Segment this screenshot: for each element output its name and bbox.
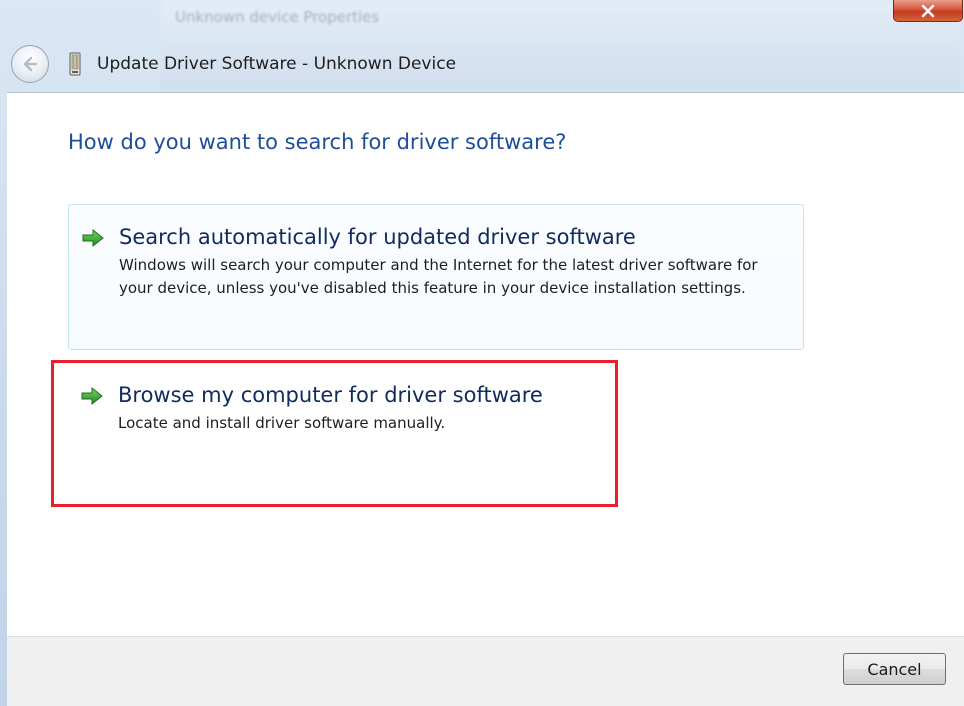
page-heading: How do you want to search for driver sof…	[68, 130, 567, 154]
search-automatically-option[interactable]: Search automatically for updated driver …	[68, 204, 804, 350]
close-button[interactable]	[893, 0, 963, 22]
update-driver-window: Unknown device Properties Update Driver …	[0, 0, 964, 706]
wizard-header: Update Driver Software - Unknown Device	[0, 38, 964, 92]
wizard-content: How do you want to search for driver sof…	[7, 92, 964, 636]
back-button[interactable]	[11, 45, 49, 83]
green-arrow-icon	[81, 386, 103, 406]
background-window-title: Unknown device Properties	[175, 8, 380, 26]
browse-computer-title: Browse my computer for driver software	[118, 383, 543, 407]
browse-computer-option[interactable]: Browse my computer for driver software L…	[68, 361, 804, 507]
back-arrow-icon	[23, 56, 38, 72]
green-arrow-icon	[82, 228, 104, 248]
wizard-footer: Cancel	[7, 636, 964, 706]
search-automatically-title: Search automatically for updated driver …	[119, 225, 636, 249]
window-title: Update Driver Software - Unknown Device	[97, 54, 457, 74]
browse-computer-description: Locate and install driver software manua…	[118, 414, 446, 432]
device-icon	[69, 52, 81, 76]
cancel-button[interactable]: Cancel	[843, 653, 946, 685]
search-automatically-description: Windows will search your computer and th…	[119, 256, 758, 297]
close-icon	[921, 4, 935, 17]
